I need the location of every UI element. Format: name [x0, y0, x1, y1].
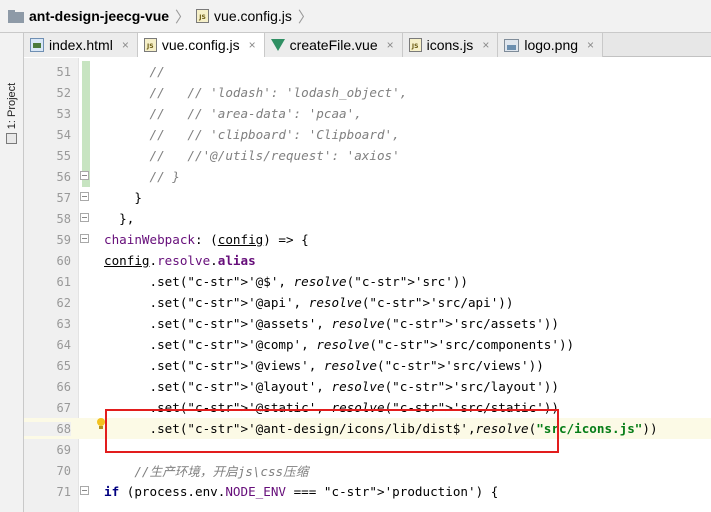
annotation-highlight-box	[105, 409, 559, 453]
code-text[interactable]: .set("c-str" >'@api', resolve("c-str" >'sr…	[104, 292, 513, 313]
code-text[interactable]: config. resolve. alias	[104, 250, 256, 271]
tab-label: createFile.vue	[289, 37, 378, 53]
code-text[interactable]: .set("c-str" >'@$', resolve("c-str" >'src'…	[104, 271, 468, 292]
code-text[interactable]: // // 'area-data': 'pcaa',	[104, 103, 361, 124]
line-number: 54	[56, 127, 71, 142]
fold-toggle-icon[interactable]	[80, 486, 89, 495]
line-number: 51	[56, 64, 71, 79]
code-line[interactable]: 66 .set("c-str" >'@layout', resolve("c-st…	[24, 376, 711, 397]
code-line[interactable]: 63 .set("c-str" >'@assets', resolve("c-st…	[24, 313, 711, 334]
tab-label: icons.js	[426, 37, 474, 53]
folder-icon	[8, 9, 24, 23]
tab-icons-js[interactable]: JS icons.js ×	[402, 33, 499, 57]
line-number: 59	[56, 232, 71, 247]
line-number: 60	[56, 253, 71, 268]
code-text[interactable]: .set("c-str" >'@comp', resolve("c-str" >'s…	[104, 334, 574, 355]
code-line[interactable]: 64 .set("c-str" >'@comp', resolve("c-str"…	[24, 334, 711, 355]
line-number: 64	[56, 337, 71, 352]
close-icon[interactable]: ×	[387, 38, 394, 52]
fold-toggle-icon[interactable]	[80, 234, 89, 243]
code-text[interactable]: // // 'clipboard': 'Clipboard',	[104, 124, 399, 145]
code-line[interactable]: 55 // //'@/utils/request': 'axios'	[24, 145, 711, 166]
close-icon[interactable]: ×	[482, 38, 489, 52]
tab-createfile-vue[interactable]: createFile.vue ×	[264, 33, 403, 57]
breadcrumb-separator: 〉	[175, 8, 191, 26]
line-number: 53	[56, 106, 71, 121]
line-number: 61	[56, 274, 71, 289]
code-line[interactable]: 62 .set("c-str" >'@api', resolve("c-str" >…	[24, 292, 711, 313]
tool-window-strip: 1: Project	[0, 33, 24, 512]
fold-toggle-icon[interactable]	[80, 213, 89, 222]
project-tool-button[interactable]: 1: Project	[3, 71, 21, 141]
code-text[interactable]: // // 'lodash': 'lodash_object',	[104, 82, 407, 103]
js-file-icon: JS	[196, 9, 210, 23]
js-file-icon: JS	[143, 38, 157, 52]
tab-logo-png[interactable]: logo.png ×	[498, 33, 604, 57]
line-number: 69	[56, 442, 71, 457]
tab-index-html[interactable]: index.html ×	[24, 33, 138, 57]
code-line[interactable]: 65 .set("c-str" >'@views', resolve("c-str…	[24, 355, 711, 376]
code-text[interactable]: .set("c-str" >'@layout', resolve("c-str" >…	[104, 376, 558, 397]
line-number: 62	[56, 295, 71, 310]
code-line[interactable]: 60 config. resolve. alias	[24, 250, 711, 271]
breadcrumb-file[interactable]: JS vue.config.js	[196, 8, 292, 24]
line-number: 63	[56, 316, 71, 331]
close-icon[interactable]: ×	[122, 38, 129, 52]
breadcrumb: ant-design-jeecg-vue 〉 JS vue.config.js …	[0, 0, 711, 33]
png-file-icon	[504, 38, 520, 52]
js-file-icon: JS	[408, 38, 422, 52]
code-text[interactable]: //生产环境，开启js\css压缩	[104, 460, 308, 481]
fold-toggle-icon[interactable]	[80, 171, 89, 180]
code-line[interactable]: 51 //	[24, 61, 711, 82]
code-line[interactable]: 52 // // 'lodash': 'lodash_object',	[24, 82, 711, 103]
code-line[interactable]: 59 chainWebpack: (config) => {	[24, 229, 711, 250]
project-tool-label: 1: Project	[6, 82, 18, 130]
line-number: 56	[56, 169, 71, 184]
code-text[interactable]: // }	[104, 166, 179, 187]
breadcrumb-file-label: vue.config.js	[214, 8, 292, 24]
code-text[interactable]: // //'@/utils/request': 'axios'	[104, 145, 399, 166]
code-line[interactable]: 71 if (process.env. NODE_ENV === "c-str" >…	[24, 481, 711, 502]
code-line[interactable]: 54 // // 'clipboard': 'Clipboard',	[24, 124, 711, 145]
line-number: 71	[56, 484, 71, 499]
line-number: 57	[56, 190, 71, 205]
code-text[interactable]: //	[104, 61, 164, 82]
editor-tabs: index.html × JS vue.config.js × createFi…	[24, 33, 711, 57]
code-line[interactable]: 61 .set("c-str" >'@$', resolve("c-str" >'s…	[24, 271, 711, 292]
line-number: 70	[56, 463, 71, 478]
html-file-icon	[30, 38, 44, 52]
line-number: 58	[56, 211, 71, 226]
code-text[interactable]: chainWebpack: (config) => {	[104, 229, 309, 250]
code-line[interactable]: 57 }	[24, 187, 711, 208]
fold-toggle-icon[interactable]	[80, 192, 89, 201]
line-number: 55	[56, 148, 71, 163]
line-number: 67	[56, 400, 71, 415]
project-window-icon[interactable]	[6, 133, 17, 144]
code-text[interactable]: },	[104, 208, 134, 229]
line-number: 68	[24, 421, 71, 436]
code-text[interactable]: .set("c-str" >'@assets', resolve("c-str" >…	[104, 313, 558, 334]
breadcrumb-project[interactable]: ant-design-jeecg-vue	[8, 8, 169, 24]
line-number: 65	[56, 358, 71, 373]
breadcrumb-project-label: ant-design-jeecg-vue	[29, 8, 170, 24]
breadcrumb-separator: 〉	[297, 8, 313, 26]
code-text[interactable]: if (process.env. NODE_ENV === "c-str" >'pr…	[104, 481, 498, 502]
tab-vue-config-js[interactable]: JS vue.config.js ×	[137, 33, 265, 57]
code-text[interactable]: .set("c-str" >'@views', resolve("c-str" >'…	[104, 355, 543, 376]
code-text[interactable]: }	[104, 187, 142, 208]
tab-label: vue.config.js	[161, 37, 240, 53]
close-icon[interactable]: ×	[587, 38, 594, 52]
tab-label: index.html	[49, 37, 113, 53]
code-line[interactable]: 53 // // 'area-data': 'pcaa',	[24, 103, 711, 124]
code-line[interactable]: 70 //生产环境，开启js\css压缩	[24, 460, 711, 481]
tab-label: logo.png	[524, 37, 579, 53]
code-line[interactable]: 58 },	[24, 208, 711, 229]
line-number: 52	[56, 85, 71, 100]
code-line[interactable]: 56 // }	[24, 166, 711, 187]
line-number: 66	[56, 379, 71, 394]
close-icon[interactable]: ×	[249, 38, 256, 52]
vue-file-icon	[270, 39, 285, 51]
